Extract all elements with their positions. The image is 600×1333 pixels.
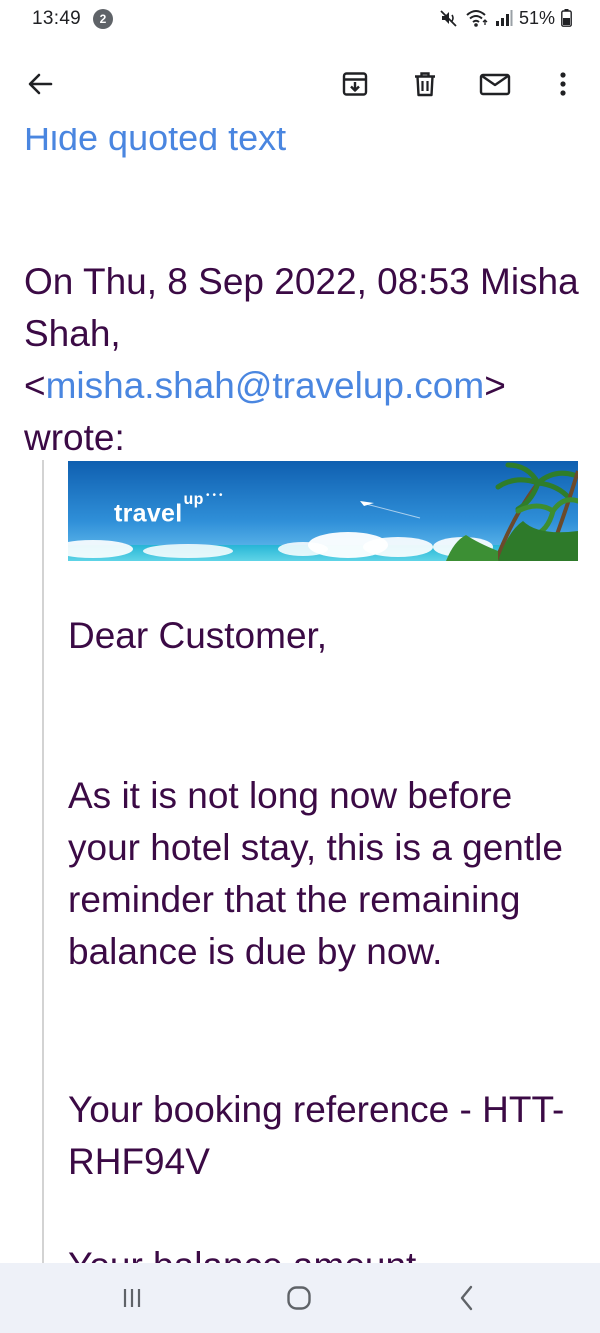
hide-quoted-text-link[interactable]: Hide quoted text [24,128,286,159]
mark-unread-button[interactable] [473,62,517,106]
system-nav-bar [0,1263,600,1333]
email-body-paragraph: As it is not long now before your hotel … [68,775,563,972]
quote-header: On Thu, 8 Sep 2022, 08:53 Misha Shah, <m… [24,256,584,464]
wifi-icon [465,8,489,28]
battery-icon [561,9,572,27]
nav-back-button[interactable] [447,1281,487,1315]
home-button[interactable] [279,1281,319,1315]
status-time: 13:49 [32,8,82,29]
archive-icon [342,72,368,96]
quote-divider [42,460,44,1263]
more-options-button[interactable] [541,62,585,106]
email-greeting: Dear Customer, [68,615,328,656]
delete-button[interactable] [403,62,447,106]
battery-percent: 51% [518,7,555,28]
banner-logo-text: travel [114,499,183,528]
status-icons: 51% [439,6,572,30]
mark-unread-icon [479,73,511,96]
recents-button[interactable] [112,1281,152,1315]
mute-icon [439,8,459,28]
travelup-banner[interactable]: travelup ••• [68,461,578,561]
delete-icon [415,72,435,97]
back-arrow-icon [28,73,53,95]
recents-icon [123,1289,141,1307]
banner-logo: travelup [114,491,204,528]
balance-amount-line: Your balance amount [68,1240,588,1263]
booking-reference: Your booking reference - HTT-RHF94V [68,1089,565,1182]
nav-back-icon [460,1285,473,1311]
more-vert-icon [560,72,566,96]
signal-icon [495,9,513,27]
status-bar: 13:49 2 51% [0,0,600,40]
archive-button[interactable] [333,62,377,106]
banner-logo-sup: up [183,491,204,508]
email-content: Hide quoted text On Thu, 8 Sep 2022, 08:… [0,128,600,1263]
home-icon [287,1286,311,1310]
email-toolbar [0,40,600,128]
notification-count-badge: 2 [93,9,113,29]
back-button[interactable] [18,62,62,106]
banner-logo-dots: ••• [206,490,226,501]
sender-email-link[interactable]: misha.shah@travelup.com [46,365,485,406]
